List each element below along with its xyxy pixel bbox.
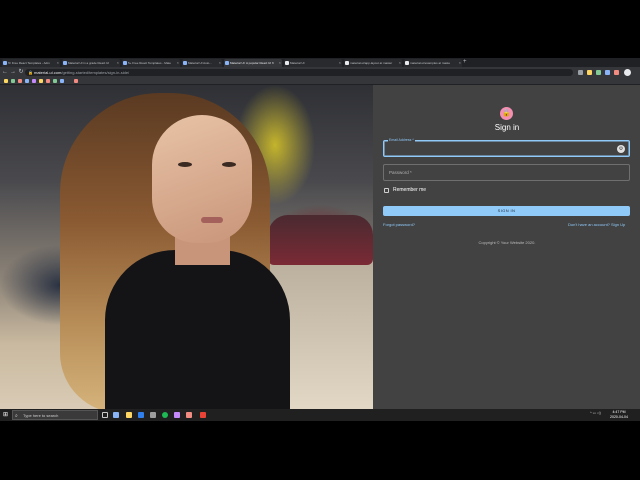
back-button[interactable]: ←	[1, 68, 9, 77]
browser-tab[interactable]: Material UI in a grade React UI ×	[62, 59, 120, 67]
bookmark-icon[interactable]	[39, 79, 43, 83]
url-text: material-ui.com/getting-started/template…	[34, 69, 129, 76]
email-field[interactable]: Email Address * ⚙	[383, 138, 630, 157]
pinned-app-icon[interactable]	[174, 412, 180, 418]
copyright-text: Copyright © Your Website 2020.	[478, 240, 536, 245]
tab-strip: Tc Free React Templates - Adm × Material …	[0, 58, 640, 67]
forgot-password-link[interactable]: Forgot password?	[383, 222, 415, 228]
bookmark-icon[interactable]	[46, 79, 50, 83]
close-tab-icon[interactable]: ×	[399, 59, 401, 67]
bookmark-icon[interactable]	[11, 79, 15, 83]
system-tray-icons[interactable]: ^ ▭ ◁)	[590, 411, 601, 415]
tab-label: 5+ Free React Templates - Mate	[128, 61, 171, 65]
forward-button[interactable]: →	[9, 68, 17, 77]
tab-favicon	[3, 61, 7, 65]
taskbar-search[interactable]: ⌕ Type here to search	[12, 410, 98, 420]
extension-icon[interactable]	[596, 70, 601, 75]
page-title: Sign in	[494, 123, 520, 132]
browser-tab-active[interactable]: Material UI: A popular React UI fr ×	[224, 59, 282, 67]
new-tab-button[interactable]: +	[463, 58, 467, 67]
url-domain: material-ui.com	[34, 70, 62, 75]
reload-button[interactable]: ↻	[17, 68, 25, 77]
search-placeholder: Type here to search	[23, 413, 59, 418]
spotify-icon[interactable]	[162, 412, 168, 418]
tab-favicon	[63, 61, 67, 65]
browser-tab[interactable]: Material UI Auto... ×	[182, 59, 222, 67]
browser-tab[interactable]: 5+ Free React Templates - Mate ×	[122, 59, 180, 67]
bookmark-icon[interactable]	[53, 79, 57, 83]
browser-tab[interactable]: Tc Free React Templates - Adm ×	[2, 59, 60, 67]
tab-label: material-ui/app-layout at master	[350, 61, 393, 65]
tab-favicon	[225, 61, 229, 65]
bookmark-icon[interactable]	[4, 79, 8, 83]
url-path: /getting-started/templates/sign-in-side/	[61, 70, 130, 75]
checkbox-icon[interactable]	[384, 188, 389, 193]
sign-in-button[interactable]: SIGN IN	[383, 206, 630, 216]
extension-icon[interactable]	[587, 70, 592, 75]
tab-label: Material UI	[290, 61, 305, 65]
password-input[interactable]	[384, 165, 629, 180]
vscode-icon[interactable]	[138, 412, 144, 418]
bookmark-icon[interactable]	[60, 79, 64, 83]
bookmarks-bar	[0, 78, 640, 85]
lock-icon: 🔒	[28, 70, 33, 75]
bookmark-icon[interactable]	[18, 79, 22, 83]
browser-toolbar: ← → ↻ 🔒 material-ui.com/getting-started/…	[0, 67, 640, 78]
tab-favicon	[183, 61, 187, 65]
close-tab-icon[interactable]: ×	[339, 59, 341, 67]
github-icon	[345, 61, 349, 65]
address-bar[interactable]: 🔒 material-ui.com/getting-started/templa…	[25, 69, 573, 76]
close-tab-icon[interactable]: ×	[57, 59, 59, 67]
close-tab-icon[interactable]: ×	[177, 59, 179, 67]
bookmark-icon[interactable]	[74, 79, 78, 83]
bookmark-icon[interactable]	[32, 79, 36, 83]
lock-icon: 🔒	[500, 107, 513, 120]
github-icon	[285, 61, 289, 65]
extension-icon[interactable]	[614, 70, 619, 75]
remember-me-label: Remember me	[393, 187, 427, 193]
browser-tab[interactable]: material-ui/examples at maste ×	[404, 59, 462, 67]
tab-favicon	[123, 61, 127, 65]
github-icon	[405, 61, 409, 65]
chrome-icon[interactable]	[150, 412, 156, 418]
close-tab-icon[interactable]: ×	[219, 59, 221, 67]
sign-in-form: 🔒 Sign in Email Address * ⚙ Password * R…	[0, 85, 640, 409]
extension-icon[interactable]	[605, 70, 610, 75]
password-field[interactable]: Password *	[383, 164, 630, 181]
bookmark-icon[interactable]	[25, 79, 29, 83]
windows-start-icon[interactable]: ⊞	[3, 412, 9, 418]
tab-label: Material UI in a grade React UI	[68, 61, 110, 65]
email-input[interactable]	[384, 141, 629, 156]
tab-label: Material UI: A popular React UI fr	[230, 61, 274, 65]
pinned-app-icon[interactable]	[113, 412, 119, 418]
extension-icon[interactable]	[578, 70, 583, 75]
screen: Tc Free React Templates - Adm × Material …	[0, 58, 640, 421]
clock-date: 2020-04-04	[610, 415, 628, 419]
tab-label: Material UI Auto...	[188, 61, 212, 65]
file-explorer-icon[interactable]	[126, 412, 132, 418]
close-tab-icon[interactable]: ×	[459, 59, 461, 67]
profile-avatar[interactable]	[624, 69, 631, 76]
browser-tab[interactable]: Material UI ×	[284, 59, 342, 67]
taskbar: ⊞ ⌕ Type here to search ^ ▭ ◁) 4:47 PM 2…	[0, 409, 640, 421]
close-tab-icon[interactable]: ×	[117, 59, 119, 67]
task-view-icon[interactable]	[102, 412, 108, 418]
tab-label: Tc Free React Templates - Adm	[8, 61, 50, 65]
pinned-app-icon[interactable]	[200, 412, 206, 418]
sign-up-link[interactable]: Don't have an account? Sign Up	[568, 222, 625, 228]
search-icon: ⌕	[15, 413, 18, 419]
close-tab-icon[interactable]: ×	[279, 59, 281, 67]
tab-label: material-ui/examples at maste	[410, 61, 451, 65]
browser-tab[interactable]: material-ui/app-layout at master ×	[344, 59, 402, 67]
taskbar-clock[interactable]: 4:47 PM 2020-04-04	[606, 410, 632, 420]
password-manager-icon[interactable]: ⚙	[617, 145, 625, 153]
pinned-app-icon[interactable]	[186, 412, 192, 418]
